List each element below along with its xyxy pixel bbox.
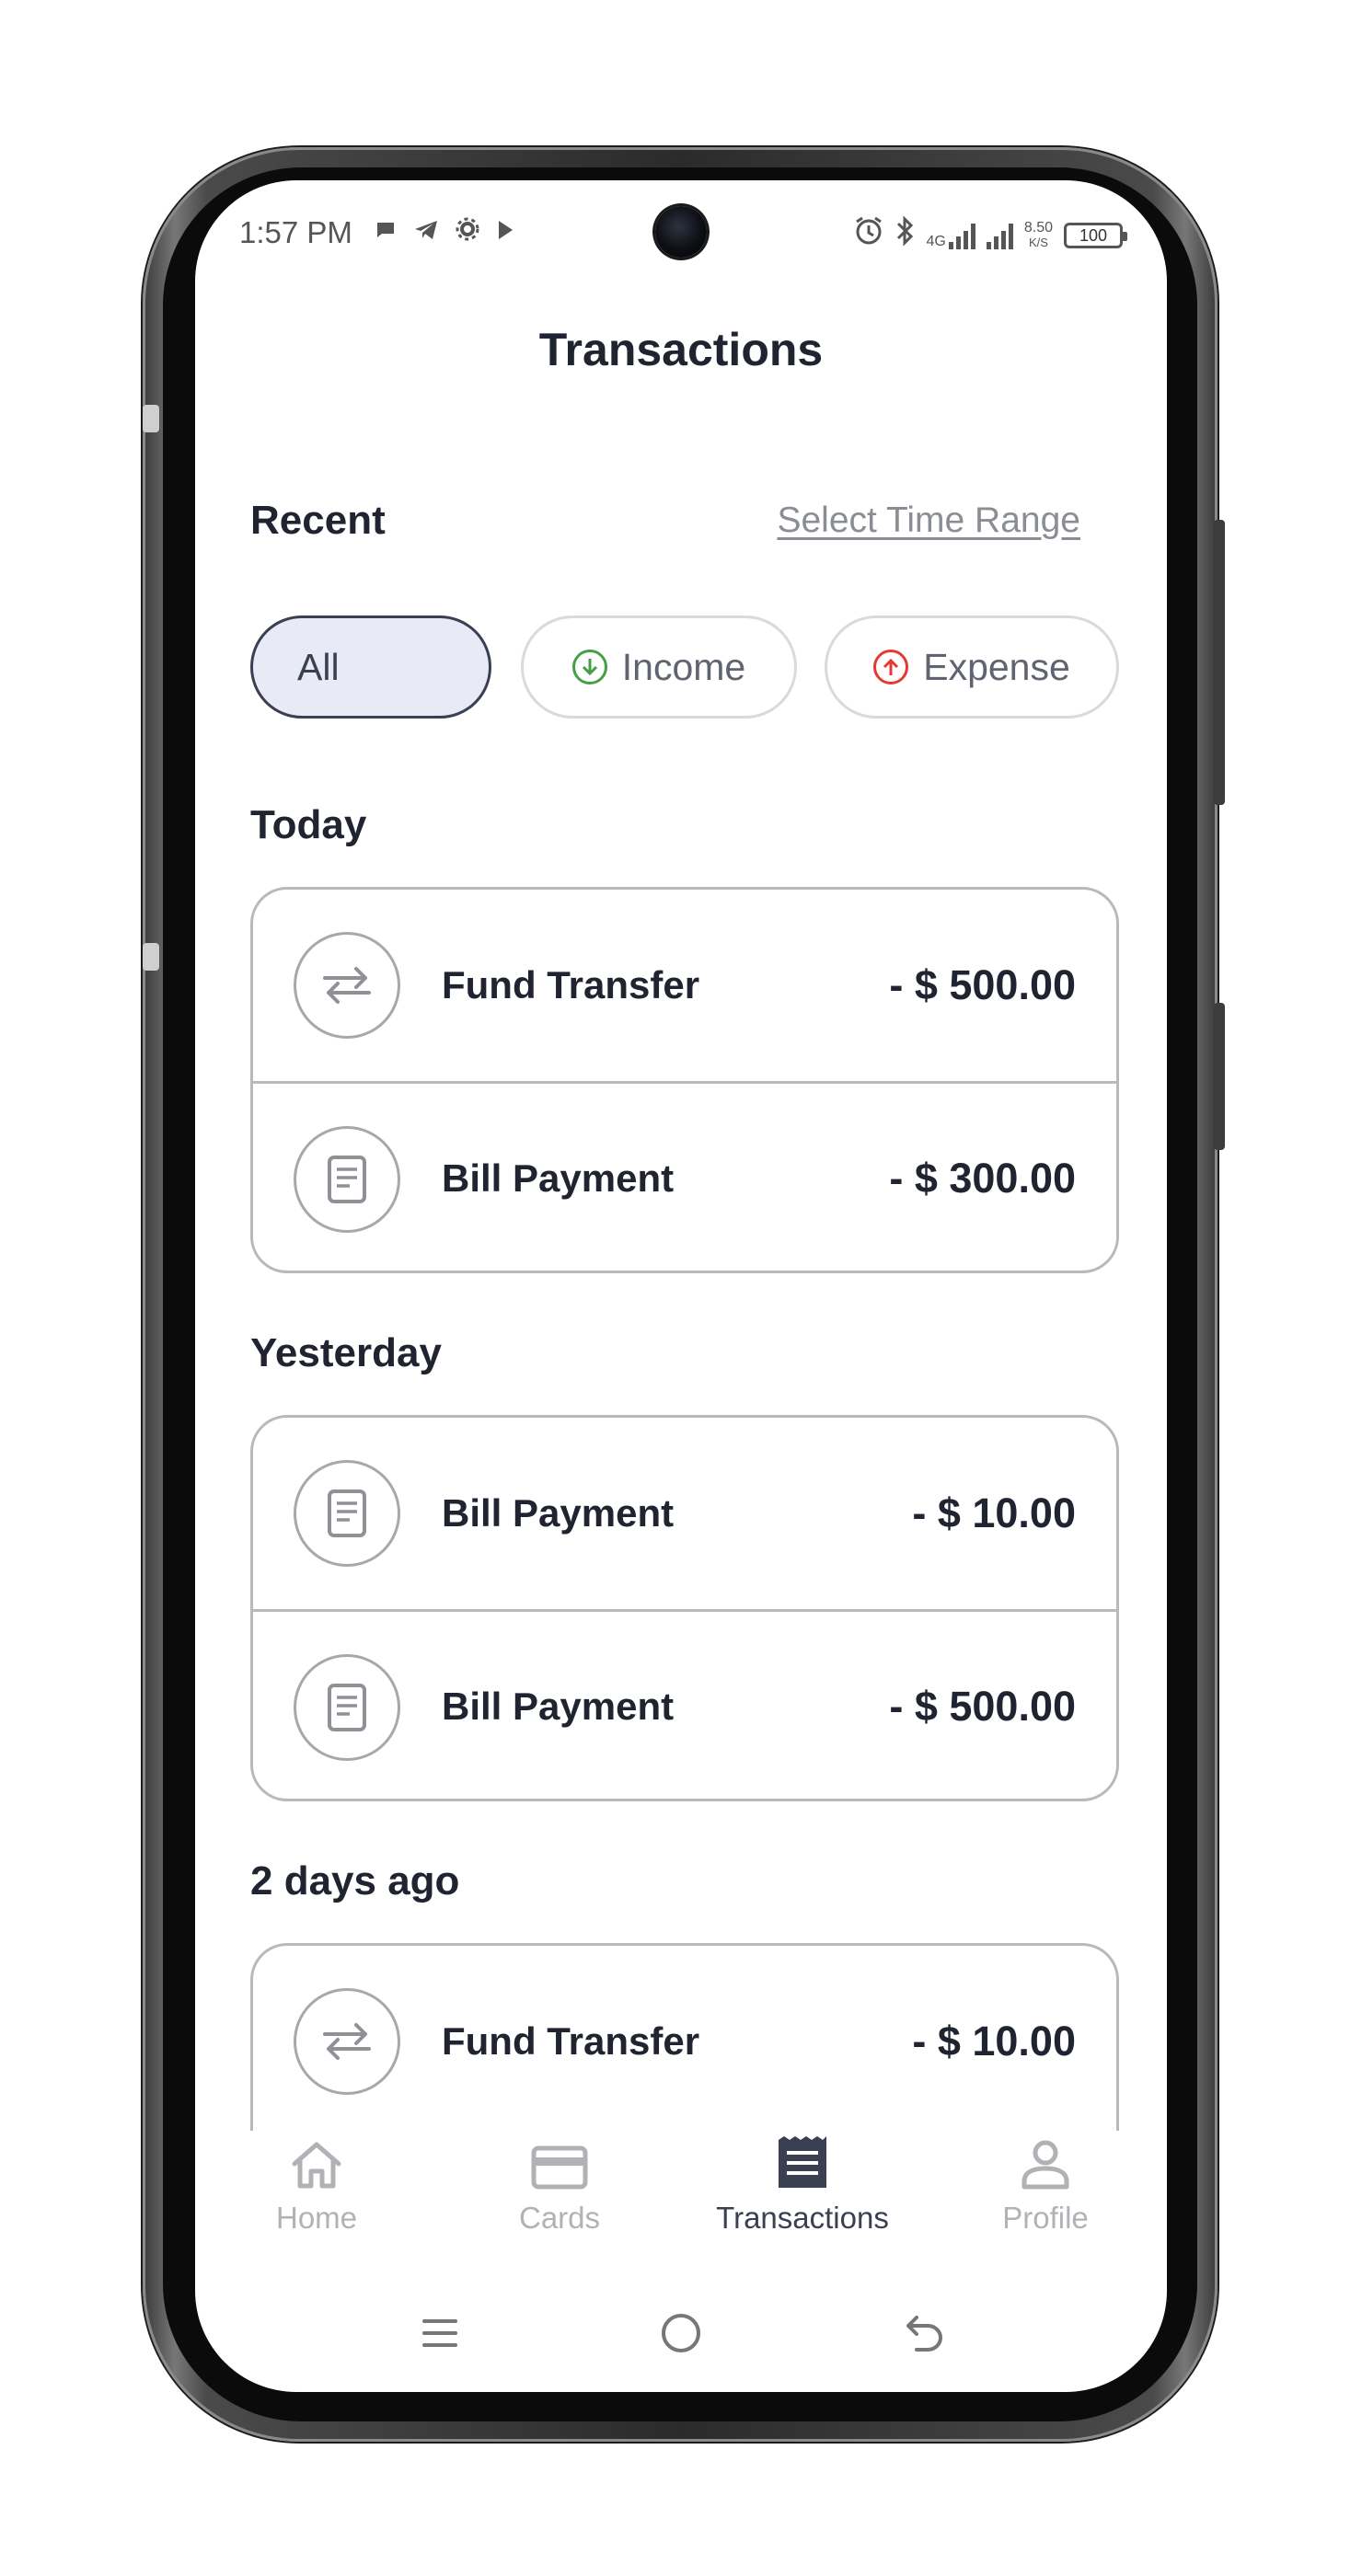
transfer-arrows-icon <box>294 932 400 1039</box>
menu-icon[interactable] <box>403 2296 477 2370</box>
network-speed: 8.50 K/S <box>1023 220 1053 250</box>
group-title-today: Today <box>250 802 367 847</box>
transaction-title: Fund Transfer <box>442 963 700 1006</box>
document-icon <box>294 1126 400 1233</box>
nav-cards-label: Cards <box>518 2201 601 2235</box>
filter-all-label: All <box>297 645 340 688</box>
page-title: Transactions <box>538 324 824 375</box>
transaction-group-2-days-ago: Fund Transfer - $ 10.00 <box>250 1943 1119 2136</box>
battery-icon: 100 <box>1064 223 1127 248</box>
transaction-row[interactable]: Bill Payment - $ 10.00 <box>253 1418 1116 1609</box>
system-icons: 4G 8.50 K/S 100 <box>853 215 1127 256</box>
group-title-2-days-ago: 2 days ago <box>250 1858 460 1903</box>
app-screen: 1:57 PM 4G 8.50 K/S 100 Transactions Rec… <box>195 180 1167 2392</box>
transaction-title: Bill Payment <box>442 1156 675 1200</box>
transaction-row[interactable]: Fund Transfer - $ 10.00 <box>253 1946 1116 2136</box>
power-button <box>1214 1003 1225 1150</box>
filter-income-label: Income <box>621 645 746 688</box>
group-title-yesterday: Yesterday <box>250 1330 442 1375</box>
card-icon <box>438 2131 681 2190</box>
select-time-range-link[interactable]: Select Time Range <box>777 500 1080 541</box>
chat-bubble-icon <box>375 217 397 248</box>
mobile-signal-1: 4G <box>927 222 975 249</box>
network-type: 4G <box>926 234 946 249</box>
recent-label: Recent <box>250 498 386 543</box>
transaction-row[interactable]: Bill Payment - $ 500.00 <box>253 1609 1116 1799</box>
document-icon <box>294 1654 400 1761</box>
gear-notification-icon <box>456 217 479 248</box>
status-time: 1:57 PM <box>239 215 352 249</box>
home-icon <box>195 2131 438 2190</box>
telegram-icon <box>413 217 439 248</box>
transaction-title: Fund Transfer <box>442 2019 700 2063</box>
bluetooth-icon <box>895 215 916 256</box>
status-bar: 1:57 PM 4G 8.50 K/S 100 <box>195 210 1167 256</box>
arrow-up-circle-icon <box>873 650 909 684</box>
nav-profile[interactable]: Profile <box>924 2131 1167 2236</box>
transaction-group-today: Fund Transfer - $ 500.00 Bill Payment - … <box>250 887 1119 1273</box>
filter-expense-label: Expense <box>923 645 1070 688</box>
transaction-amount: - $ 10.00 <box>912 1489 1076 1536</box>
volume-button <box>1214 520 1225 805</box>
filter-expense-chip[interactable]: Expense <box>825 615 1119 719</box>
transaction-amount: - $ 10.00 <box>912 2018 1076 2064</box>
transaction-amount: - $ 300.00 <box>889 1154 1076 1202</box>
filter-all-chip[interactable]: All <box>250 615 491 719</box>
frame-accent <box>143 405 159 432</box>
nav-home-label: Home <box>275 2201 358 2235</box>
nav-transactions-label: Transactions <box>716 2201 889 2235</box>
nav-profile-label: Profile <box>1002 2201 1089 2235</box>
nav-home[interactable]: Home <box>195 2131 438 2236</box>
person-icon <box>924 2131 1167 2190</box>
bottom-navigation: Home Cards Transactions Profile <box>195 2131 1167 2287</box>
nav-cards[interactable]: Cards <box>438 2131 681 2236</box>
alarm-icon <box>853 215 884 256</box>
nav-transactions[interactable]: Transactions <box>681 2131 924 2236</box>
frame-accent <box>143 943 159 971</box>
transaction-title: Bill Payment <box>442 1684 675 1728</box>
mobile-signal-2 <box>986 222 1013 249</box>
home-circle-icon[interactable] <box>644 2296 718 2370</box>
arrow-down-circle-icon <box>571 650 607 684</box>
transaction-amount: - $ 500.00 <box>889 1682 1076 1730</box>
document-icon <box>294 1460 400 1567</box>
play-icon <box>496 217 514 248</box>
transaction-group-yesterday: Bill Payment - $ 10.00 Bill Payment - $ … <box>250 1415 1119 1801</box>
back-icon[interactable] <box>887 2296 961 2370</box>
filter-income-chip[interactable]: Income <box>521 615 797 719</box>
transaction-amount: - $ 500.00 <box>889 961 1076 1008</box>
transaction-title: Bill Payment <box>442 1491 675 1535</box>
system-navigation-bar <box>195 2296 1167 2370</box>
notification-icons <box>375 217 514 248</box>
transaction-row[interactable]: Bill Payment - $ 300.00 <box>253 1081 1116 1271</box>
transfer-arrows-icon <box>294 1988 400 2095</box>
receipt-icon <box>681 2131 924 2190</box>
transaction-row[interactable]: Fund Transfer - $ 500.00 <box>253 890 1116 1081</box>
